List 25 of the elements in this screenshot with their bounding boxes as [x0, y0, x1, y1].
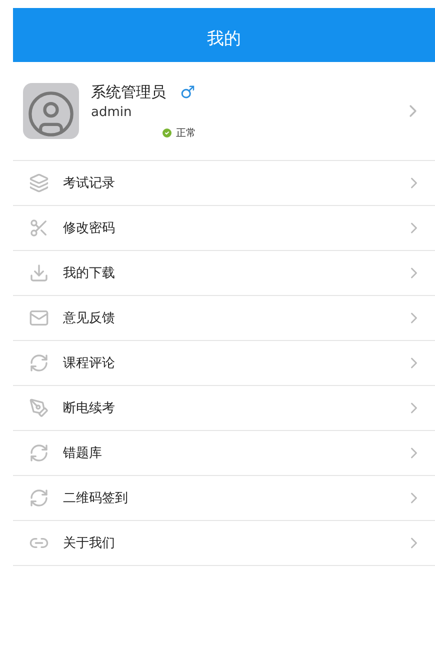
check-icon: [161, 126, 173, 138]
user-name: 系统管理员: [91, 83, 166, 102]
menu-item[interactable]: 意见反馈: [13, 296, 435, 341]
profile-row[interactable]: 系统管理员 ♂ admin 正常: [13, 62, 435, 161]
refresh-icon: [29, 443, 49, 463]
menu-item[interactable]: 二维码签到: [13, 476, 435, 521]
menu-item[interactable]: 课程评论: [13, 341, 435, 386]
pen-icon: [29, 398, 49, 418]
refresh-icon: [29, 353, 49, 373]
menu-item[interactable]: 修改密码: [13, 206, 435, 251]
download-icon: [29, 263, 49, 283]
refresh-icon: [29, 488, 49, 508]
scissors-icon: [29, 218, 49, 238]
avatar: [23, 83, 79, 139]
page-title: 我的: [207, 28, 241, 50]
menu-item[interactable]: 我的下载: [13, 251, 435, 296]
gender-symbol: ♂: [180, 82, 196, 102]
username: admin: [91, 104, 133, 120]
mail-icon: [29, 308, 49, 328]
menu-item[interactable]: 考试记录: [13, 161, 435, 206]
menu-item[interactable]: 断电续考: [13, 386, 435, 431]
menu-item[interactable]: 关于我们: [13, 521, 435, 566]
status-text: 正常: [176, 126, 196, 140]
menu-item[interactable]: 错题库: [13, 431, 435, 476]
layers-icon: [29, 173, 49, 193]
